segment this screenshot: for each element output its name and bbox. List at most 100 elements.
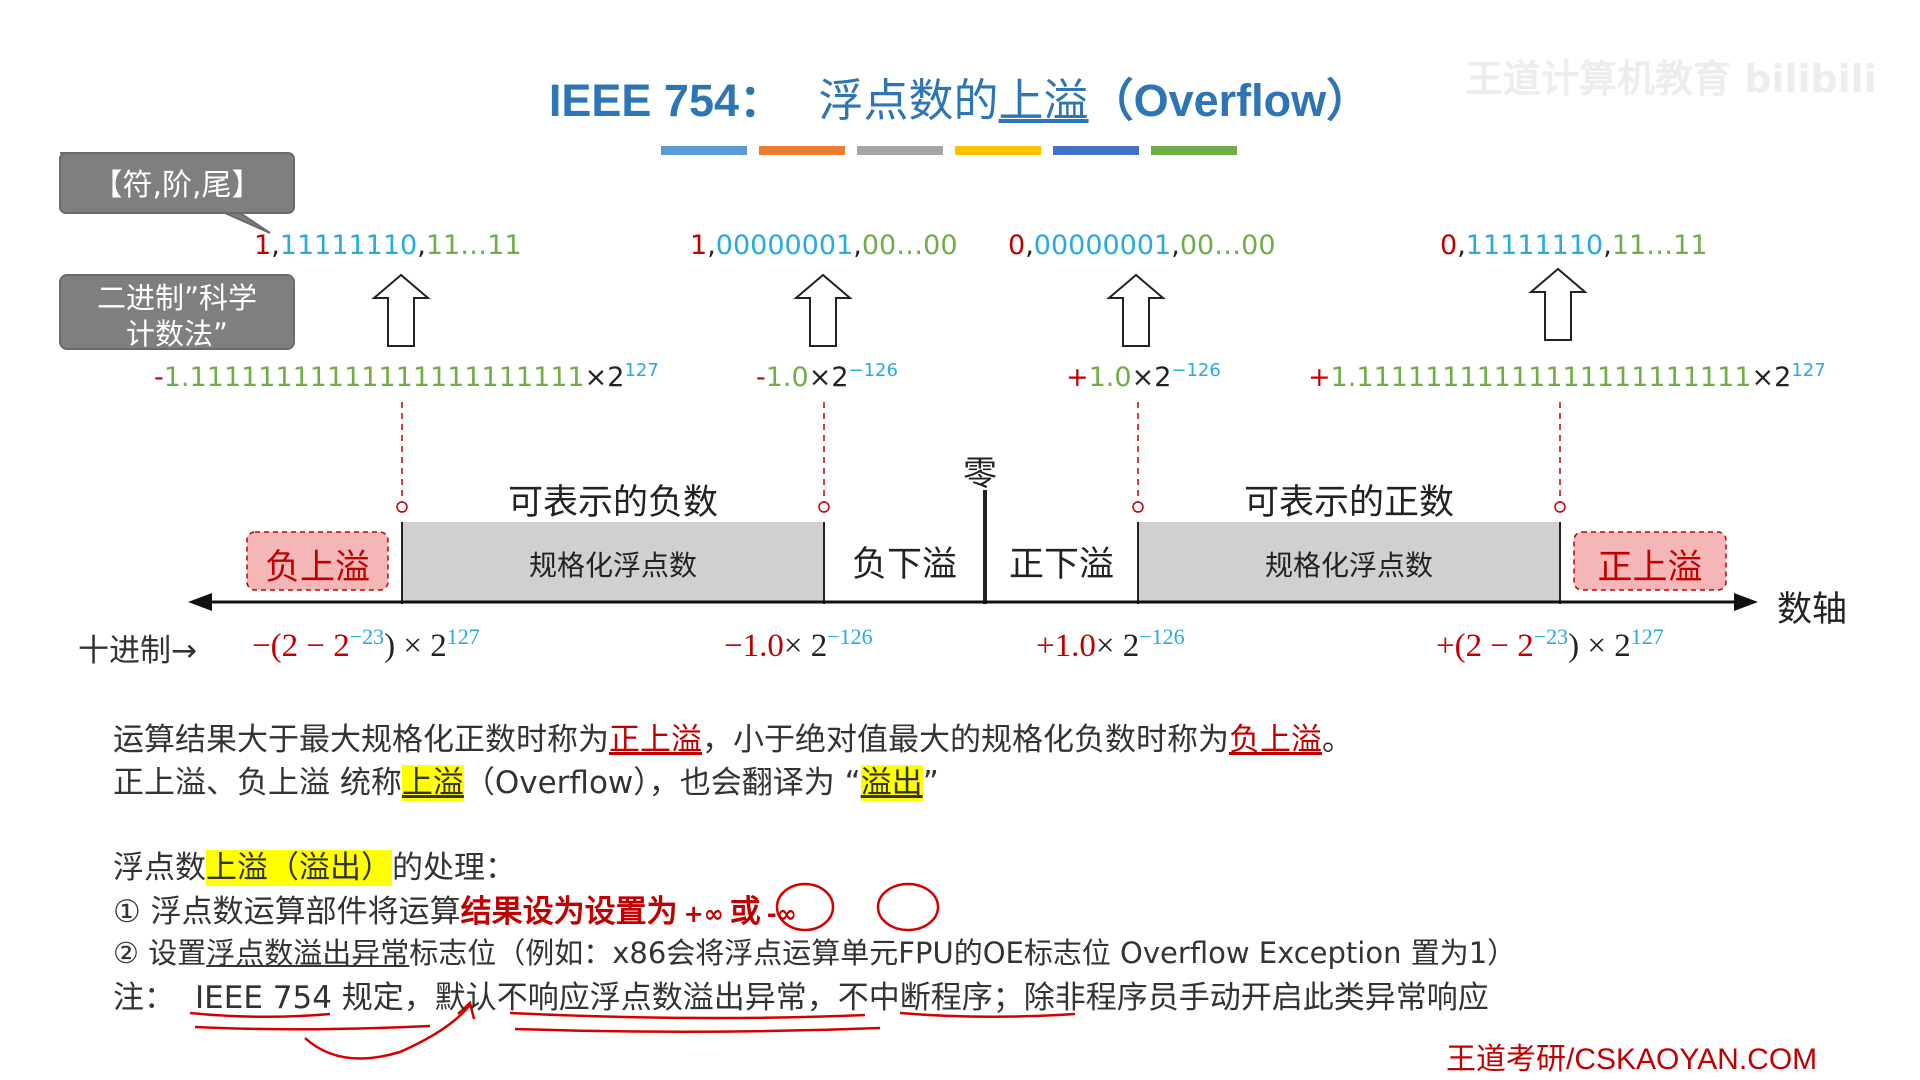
callout-fields-text: 【符,阶,尾】	[92, 168, 262, 203]
body-paragraph-5: ② 设置浮点数溢出异常标志位（例如：x86会将浮点运算单元FPU的OE标志位 O…	[113, 930, 1516, 972]
body-p2-e: ”	[922, 765, 939, 801]
binary-value-4-times: ×2	[1751, 362, 1792, 393]
body-p6-ieee: IEEE 754	[195, 980, 332, 1016]
decimal-value-4-e1: −23	[1533, 624, 1569, 649]
binary-value-4-exp: 127	[1791, 360, 1826, 381]
decimal-value-1-e2: 127	[446, 624, 480, 649]
body-p1-pos-overflow: 正上溢	[609, 722, 702, 758]
binary-value-2-sign: -	[756, 362, 766, 393]
body-p5-c: 标志位（例如：x86会将浮点运算单元FPU的OE标志位 Overflow Exc…	[409, 936, 1517, 970]
decimal-value-1: −(2 − 2−23) × 2127	[252, 624, 480, 665]
binary-value-3-exp: −126	[1171, 360, 1221, 381]
binary-value-3: +1.0×2−126	[1066, 360, 1221, 393]
body-p3-a: 浮点数	[113, 850, 206, 886]
decimal-label: 十进制→	[78, 633, 197, 669]
decimal-value-4: +(2 − 2−23) × 2127	[1436, 624, 1664, 665]
neg-representable-label: 可表示的负数	[507, 483, 718, 523]
binary-value-1-sign: -	[154, 362, 164, 393]
body-p2-overflow: 上溢	[401, 765, 464, 801]
encoding-2-sign: 1	[690, 230, 708, 261]
encoding-1-frac: 11…11	[425, 230, 522, 261]
pos-overflow-label: 正上溢	[1597, 548, 1703, 588]
body-p4-neg-inf: -∞	[766, 900, 797, 928]
annotation-underline-5	[514, 1026, 881, 1034]
decimal-value-3: +1.0× 2−126	[1036, 624, 1185, 665]
decimal-value-4-b: ) × 2	[1568, 628, 1631, 664]
body-p1-a: 运算结果大于最大规格化正数时称为	[113, 722, 609, 758]
body-paragraph-3: 浮点数上溢（溢出）的处理：	[113, 842, 516, 887]
axis-arrow-right	[1734, 593, 1758, 611]
body-p3-highlight: 上溢（溢出）	[206, 850, 392, 886]
pos-representable-label: 可表示的正数	[1243, 483, 1454, 523]
encoding-1-sign: 1	[254, 230, 272, 261]
encoding-4-exp: 11111110	[1465, 230, 1604, 261]
pos-normalized-label: 规格化浮点数	[1264, 549, 1433, 582]
decimal-value-4-e2: 127	[1630, 624, 1664, 649]
decimal-value-1-e1: −23	[349, 624, 385, 649]
decimal-value-2-b: × 2	[783, 628, 828, 664]
up-arrow-3	[1106, 273, 1166, 347]
encoding-3: 0,00000001,00…00	[1008, 230, 1276, 261]
body-p2-a: 正上溢、负上溢 统称	[113, 765, 402, 801]
decimal-value-3-a: +1.0	[1036, 628, 1096, 664]
encoding-3-frac: 00…00	[1179, 230, 1276, 261]
body-p6-e: ，	[806, 980, 838, 1016]
zero-label: 零	[963, 454, 997, 494]
decimal-value-2-a: −1.0	[724, 628, 784, 664]
binary-value-2-exp: −126	[848, 360, 898, 381]
encoding-2: 1,00000001,00…00	[690, 230, 958, 261]
decimal-value-1-a: −(2 − 2	[252, 628, 350, 664]
binary-value-3-times: ×2	[1131, 362, 1172, 393]
body-p6-no-response: 不响应浮点数溢出异常	[496, 980, 807, 1016]
up-arrow-2	[793, 273, 853, 347]
body-paragraph-2: 正上溢、负上溢 统称上溢（Overflow），也会翻译为 “溢出”	[113, 757, 939, 802]
body-p4-or: 或	[729, 894, 761, 930]
neg-underflow-label: 负下溢	[851, 545, 957, 585]
body-p5-exception: 浮点数溢出异常	[206, 936, 410, 970]
encoding-2-exp: 00000001	[715, 230, 854, 261]
neg-overflow-label: 负上溢	[264, 548, 370, 588]
body-p6-note: 注：	[113, 980, 175, 1016]
decimal-value-2: −1.0× 2−126	[724, 624, 873, 665]
encoding-4: 0,11111110,11…11	[1440, 230, 1708, 261]
binary-value-4-sign: +	[1308, 362, 1331, 393]
binary-value-4: +1.11111111111111111111111×2127	[1308, 360, 1826, 393]
binary-value-4-mantissa: 1.11111111111111111111111	[1330, 362, 1752, 393]
annotation-circle-neg-inf	[876, 882, 940, 932]
encoding-3-exp: 00000001	[1033, 230, 1172, 261]
binary-value-3-sign: +	[1066, 362, 1089, 393]
decimal-value-2-e2: −126	[827, 624, 873, 649]
encoding-3-sign: 0	[1008, 230, 1026, 261]
binary-value-1-times: ×2	[584, 362, 625, 393]
decimal-value-4-a: +(2 − 2	[1436, 628, 1534, 664]
binary-value-1: -1.11111111111111111111111×2127	[154, 360, 659, 393]
body-p1-e: 。	[1322, 722, 1353, 758]
slide: IEEE 754： 浮点数的上溢（Overflow） 王道计算机教育 bilib…	[0, 0, 1920, 1080]
axis-arrow-left	[188, 593, 212, 611]
body-p1-neg-overflow: 负上溢	[1229, 722, 1322, 758]
encoding-1-exp: 11111110	[279, 230, 418, 261]
encoding-4-sign: 0	[1440, 230, 1458, 261]
binary-value-2-mantissa: 1.0	[765, 362, 809, 393]
body-paragraph-1: 运算结果大于最大规格化正数时称为正上溢，小于绝对值最大的规格化负数时称为负上溢。	[113, 714, 1353, 759]
callout-sci-line2: 计数法”	[125, 317, 229, 351]
binary-value-2: -1.0×2−126	[756, 360, 898, 393]
annotation-underline-4	[194, 1024, 431, 1031]
encoding-4-frac: 11…11	[1611, 230, 1708, 261]
body-p2-c: （Overflow），也会翻译为 “	[463, 765, 861, 801]
up-arrow-1	[371, 273, 431, 347]
body-paragraph-4: ① 浮点数运算部件将运算结果设为设置为 +∞ 或 -∞	[113, 886, 797, 931]
decimal-value-3-b: × 2	[1095, 628, 1140, 664]
up-arrow-4	[1528, 267, 1588, 341]
binary-value-3-mantissa: 1.0	[1088, 362, 1132, 393]
neg-normalized-label: 规格化浮点数	[528, 549, 697, 582]
body-p6-no-interrupt: 不中断程序	[837, 980, 993, 1016]
binary-value-1-exp: 127	[624, 360, 659, 381]
body-paragraph-6: 注： IEEE 754 规定，默认不响应浮点数溢出异常，不中断程序；除非程序员手动…	[113, 972, 1489, 1017]
encoding-2-frac: 00…00	[861, 230, 958, 261]
body-p1-c: ，小于绝对值最大的规格化负数时称为	[702, 722, 1229, 758]
body-p4-a: ① 浮点数运算部件将运算	[113, 894, 461, 930]
binary-value-2-times: ×2	[808, 362, 849, 393]
body-p3-c: 的处理：	[392, 850, 516, 886]
pos-underflow-label: 正下溢	[1008, 545, 1114, 585]
